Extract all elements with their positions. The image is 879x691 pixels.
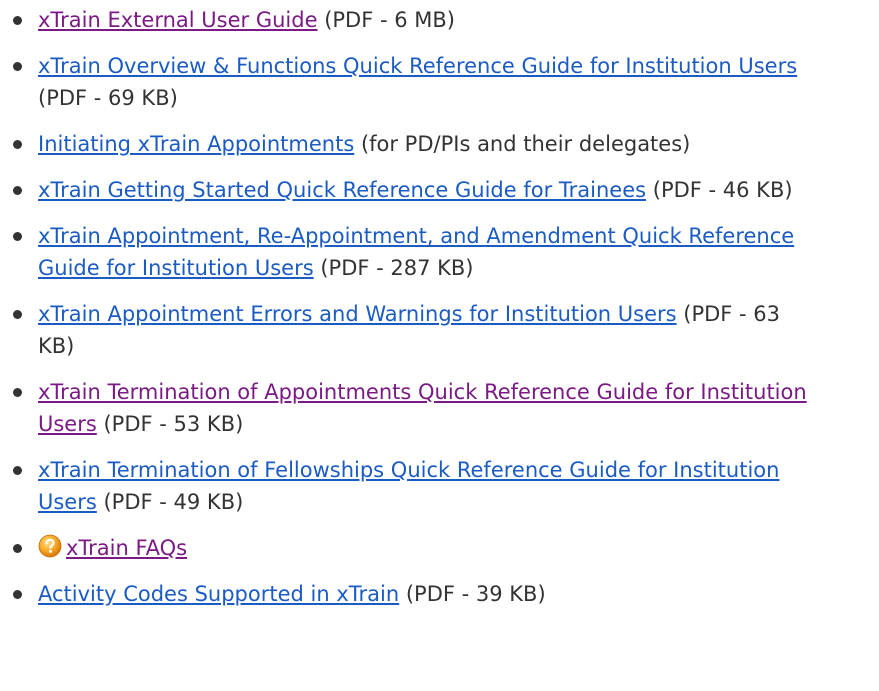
- link-activity-codes[interactable]: Activity Codes Supported in xTrain: [38, 582, 399, 606]
- bullet-icon: [13, 62, 22, 71]
- link-initiating-appointments[interactable]: Initiating xTrain Appointments: [38, 132, 354, 156]
- bullet-icon: [13, 466, 22, 475]
- link-overview-functions-guide[interactable]: xTrain Overview & Functions Quick Refere…: [38, 54, 797, 78]
- bullet-icon: [13, 310, 22, 319]
- list-item: xTrain Termination of Appointments Quick…: [0, 376, 820, 440]
- link-appointment-errors-warnings[interactable]: xTrain Appointment Errors and Warnings f…: [38, 302, 677, 326]
- list-item: xTrain FAQs: [0, 532, 820, 564]
- list-item: xTrain External User Guide (PDF - 6 MB): [0, 4, 820, 36]
- file-info: (PDF - 49 KB): [96, 490, 244, 514]
- file-info: (PDF - 39 KB): [399, 582, 546, 606]
- link-xtrain-faqs[interactable]: xTrain FAQs: [66, 536, 187, 560]
- list-item: xTrain Appointment, Re-Appointment, and …: [0, 220, 820, 284]
- resource-link-list: xTrain External User Guide (PDF - 6 MB) …: [0, 0, 820, 610]
- file-info: (PDF - 6 MB): [317, 8, 455, 32]
- link-external-user-guide[interactable]: xTrain External User Guide: [38, 8, 318, 32]
- help-question-icon: [38, 534, 62, 558]
- list-item: Activity Codes Supported in xTrain (PDF …: [0, 578, 820, 610]
- list-item: xTrain Termination of Fellowships Quick …: [0, 454, 820, 518]
- bullet-icon: [13, 232, 22, 241]
- link-getting-started-trainees[interactable]: xTrain Getting Started Quick Reference G…: [38, 178, 646, 202]
- list-item: xTrain Appointment Errors and Warnings f…: [0, 298, 820, 362]
- list-item: xTrain Getting Started Quick Reference G…: [0, 174, 820, 206]
- list-item: Initiating xTrain Appointments (for PD/P…: [0, 128, 820, 160]
- file-info: (PDF - 287 KB): [313, 256, 474, 280]
- file-info: (for PD/PIs and their delegates): [354, 132, 691, 156]
- file-info: (PDF - 53 KB): [96, 412, 244, 436]
- file-info: (PDF - 46 KB): [646, 178, 793, 202]
- bullet-icon: [13, 590, 22, 599]
- file-info: (PDF - 69 KB): [38, 86, 178, 110]
- bullet-icon: [13, 388, 22, 397]
- bullet-icon: [13, 16, 22, 25]
- bullet-icon: [13, 544, 22, 553]
- bullet-icon: [13, 186, 22, 195]
- bullet-icon: [13, 140, 22, 149]
- list-item: xTrain Overview & Functions Quick Refere…: [0, 50, 820, 114]
